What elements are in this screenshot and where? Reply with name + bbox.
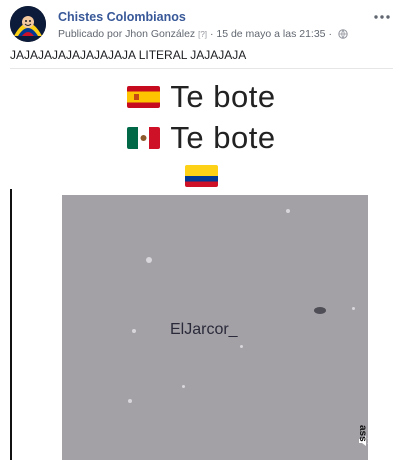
meme-line-mexico: Te bote <box>10 120 393 156</box>
mexico-flag-icon <box>127 127 161 149</box>
meme-line-colombia <box>10 165 393 187</box>
video-speck <box>352 307 355 310</box>
page-avatar[interactable] <box>10 6 46 42</box>
meta-separator-2: · <box>328 28 332 41</box>
meme-line-spain: Te bote <box>10 79 393 115</box>
author-mark: [?] <box>198 29 208 39</box>
video-dark-spot <box>314 307 326 314</box>
more-horizontal-icon[interactable] <box>373 12 391 22</box>
avatar-image <box>10 6 46 42</box>
colombia-flag-icon <box>185 165 218 187</box>
video-speck <box>146 257 152 263</box>
video-speck <box>128 399 132 403</box>
meta-separator: · <box>209 28 214 41</box>
spain-flag-icon <box>127 86 161 108</box>
published-prefix: Publicado por <box>58 28 123 41</box>
meme-text-line1: Te bote <box>170 79 276 114</box>
video-speck <box>286 209 290 213</box>
media-left-border <box>10 189 12 460</box>
video-player[interactable]: ElJarcor_ ass <box>62 195 371 460</box>
video-corner-badge: ass <box>357 425 368 442</box>
facebook-post: Chistes Colombianos Publicado por Jhon G… <box>0 0 401 460</box>
author-link[interactable]: Jhon González <box>125 28 195 40</box>
video-speck <box>132 329 136 333</box>
post-caption: JAJAJAJAJAJAJAJAJA LITERAL JAJAJAJA <box>10 48 247 62</box>
post-timestamp[interactable]: 15 de mayo a las 21:35 <box>216 28 325 40</box>
meme-text-line2: Te bote <box>170 120 276 155</box>
video-watermark: ElJarcor_ <box>170 321 238 338</box>
page-name-link[interactable]: Chistes Colombianos <box>58 10 186 24</box>
post-media[interactable]: Te bote Te bote ElJarcor_ ass <box>10 68 393 460</box>
video-speck <box>182 385 185 388</box>
globe-icon <box>338 29 348 39</box>
post-meta: Publicado por Jhon González [?] · 15 de … <box>58 28 348 40</box>
post-header: Chistes Colombianos Publicado por Jhon G… <box>10 6 391 42</box>
video-speck <box>240 345 243 348</box>
